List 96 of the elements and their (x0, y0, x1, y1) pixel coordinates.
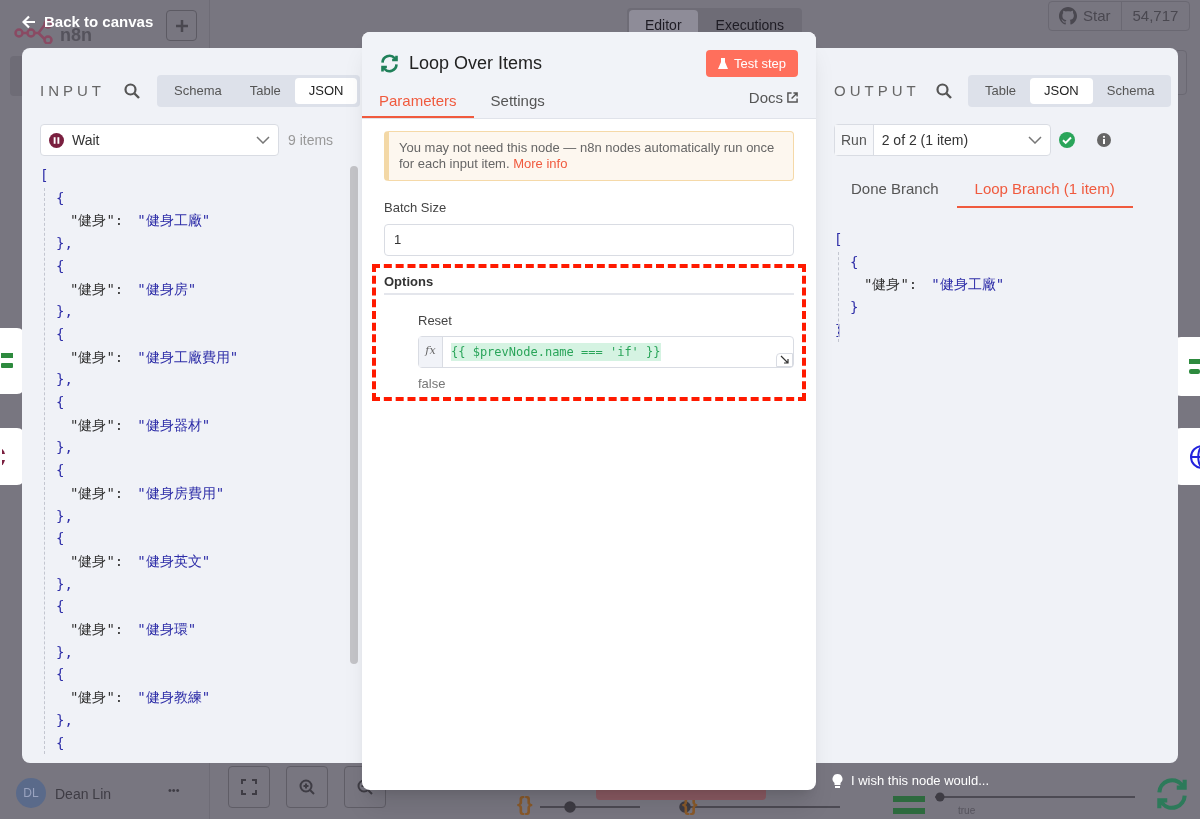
view-tab[interactable]: Table (235, 78, 295, 104)
code-node-icon: {} (517, 792, 533, 816)
lightbulb-icon (832, 773, 843, 788)
json-bracket: }, (56, 643, 73, 660)
expand-icon (780, 355, 789, 364)
json-bracket: { (56, 257, 65, 274)
run-select[interactable]: Run 2 of 2 (1 item) (834, 124, 1051, 156)
add-button[interactable] (166, 10, 197, 41)
json-bracket: }, (56, 303, 73, 320)
plus-icon (174, 18, 189, 33)
external-link-icon (787, 92, 798, 103)
json-bracket: { (56, 734, 65, 751)
json-bracket: }, (56, 235, 73, 252)
info-icon (1097, 133, 1111, 147)
docs-link[interactable]: Docs (748, 87, 798, 118)
search-icon (936, 83, 952, 99)
view-tab[interactable]: Table (971, 78, 1031, 104)
json-bracket: [ (834, 231, 843, 247)
json-value: "健身器材" (137, 416, 211, 433)
json-key: "健身": (70, 689, 124, 706)
json-key: "健身": (70, 484, 124, 501)
json-bracket: }, (56, 711, 73, 728)
flask-icon (717, 57, 728, 70)
json-bracket: } (850, 299, 859, 316)
field-label: Batch Size (384, 199, 448, 217)
json-key: "健身": (864, 276, 918, 293)
json-bracket: [ (40, 167, 49, 183)
expand-button[interactable] (776, 352, 793, 367)
json-value: "健身工廠" (137, 212, 211, 229)
json-bracket: { (56, 189, 65, 206)
view-tab[interactable]: JSON (1030, 78, 1093, 104)
view-tab[interactable]: JSON (294, 78, 358, 104)
view-tab[interactable]: Schema (1092, 78, 1169, 104)
fx-label: fx (419, 336, 443, 367)
top-tab[interactable]: Executions (699, 10, 801, 36)
switch-icon (893, 794, 925, 816)
more-info-link[interactable]: More info (513, 156, 568, 171)
zoom-in-button[interactable] (286, 766, 328, 808)
branch-tab[interactable]: Loop Branch (1 item) (956, 173, 1133, 208)
json-bracket: { (56, 530, 65, 547)
expression-result: false (418, 374, 447, 393)
user-name: Dean Lin (55, 785, 112, 804)
expression-code: {{ $prevNode.name === 'if' }} (451, 342, 661, 361)
json-bracket: { (56, 598, 65, 615)
json-key: "健身": (70, 280, 124, 297)
json-bracket: { (56, 394, 65, 411)
fit-view-icon (240, 778, 258, 796)
json-value: "健身房費用" (137, 484, 225, 501)
globe-icon (1189, 443, 1200, 470)
fit-view-button[interactable] (228, 766, 270, 808)
json-bracket: { (850, 253, 859, 270)
view-tab[interactable]: Schema (160, 78, 236, 104)
json-bracket: { (56, 666, 65, 683)
json-bracket: { (56, 325, 65, 342)
branch-tab[interactable]: Done Branch (833, 173, 957, 208)
json-bracket: }, (56, 575, 73, 592)
json-value: "健身英文" (137, 552, 211, 569)
json-value: "健身工廠" (931, 276, 1005, 293)
settings-tab[interactable]: Parameters (362, 87, 474, 118)
json-bracket: }, (56, 507, 73, 524)
json-value: "健身教練" (137, 689, 211, 706)
field-label: Reset (418, 312, 453, 330)
json-bracket: }, (56, 439, 73, 456)
github-icon (1059, 7, 1077, 25)
feedback-hint[interactable]: I wish this node would... (851, 771, 990, 791)
json-value: "健身工廠費用" (137, 348, 239, 365)
json-key: "健身": (70, 416, 124, 433)
json-value: "健身環" (137, 621, 197, 638)
notice-text: You may not need this node — n8n nodes automatically run once for each input item. More info (399, 140, 776, 172)
scrollbar-thumb[interactable] (350, 166, 358, 664)
node-title: Loop Over Items (409, 52, 544, 75)
settings-tab[interactable]: Settings (473, 87, 562, 118)
success-check-icon (1059, 132, 1075, 148)
section-label: Options (384, 271, 794, 295)
json-key: "健身": (70, 348, 124, 365)
json-value: "健身房" (137, 280, 197, 297)
json-bracket: }, (56, 371, 73, 388)
back-link[interactable]: Back to canvas (22, 11, 154, 34)
batch-size-field[interactable]: 1 (384, 223, 794, 256)
item-count: 9 items (288, 130, 334, 150)
json-key: "健身": (70, 552, 124, 569)
search-icon (124, 83, 140, 99)
loop-icon (379, 53, 400, 74)
expression-field[interactable]: fx {{ $prevNode.name === 'if' }} (418, 335, 794, 368)
json-bracket: { (56, 462, 65, 479)
user-avatar: DL (16, 778, 46, 808)
source-select[interactable]: Wait (40, 124, 279, 156)
pause-icon (49, 132, 64, 148)
chevron-down-icon (1028, 136, 1042, 144)
chevron-down-icon (256, 136, 270, 144)
panel-title: OUTPUT (834, 80, 921, 101)
json-key: "健身": (70, 621, 124, 638)
zoom-in-icon (298, 778, 316, 796)
json-key: "健身": (70, 212, 124, 229)
arrow-left-icon (22, 15, 36, 30)
panel-title: INPUT (40, 80, 106, 101)
